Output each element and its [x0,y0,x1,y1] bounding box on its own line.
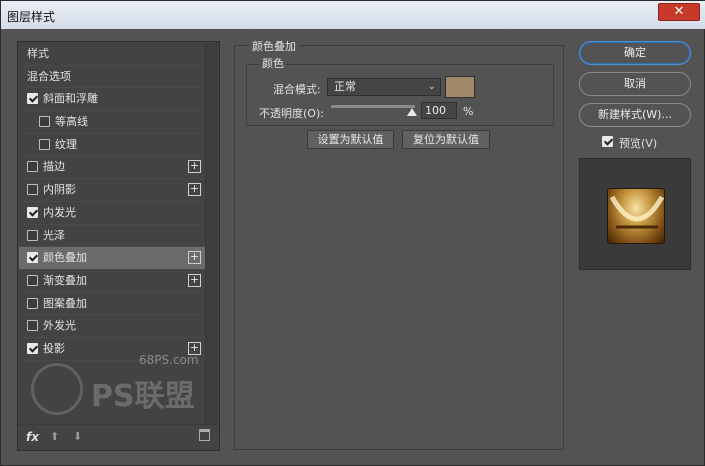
style-item[interactable]: 图案叠加 [19,293,205,316]
watermark-brand: PS联盟 [91,379,195,414]
style-item[interactable]: 内发光 [19,202,205,225]
add-effect-icon[interactable]: + [188,183,201,197]
color-overlay-title: 颜色叠加 [249,38,299,54]
styles-list-scrollbar[interactable] [205,43,218,425]
style-item-label: 光泽 [43,228,65,242]
dialog-title: 图层样式 [7,10,56,24]
opacity-unit: % [463,105,474,118]
style-item[interactable]: 光泽 [19,225,205,248]
layer-style-dialog: 图层样式 ✕ 样式 混合选项 斜面和浮雕 等高线 纹理 描边 + 内阴影 + 内发光 光泽 颜色叠加 +… [0,0,705,466]
watermark-site: 68PS.com [139,353,199,367]
style-item-label: 内阴影 [43,183,76,197]
style-item-checkbox[interactable] [39,138,50,150]
style-preview-thumbnail [607,188,665,244]
preview-graphic-icon [609,195,664,229]
opacity-input[interactable]: 100 [421,102,457,119]
overlay-color-swatch[interactable] [445,76,475,98]
style-item-label: 内发光 [43,205,76,219]
style-item-checkbox[interactable] [27,274,38,286]
style-item-label: 等高线 [55,115,88,129]
style-preview [579,158,691,270]
style-item-checkbox[interactable] [27,252,38,264]
style-item-label: 描边 [43,160,65,174]
style-item-checkbox[interactable] [39,116,50,128]
title-bar: 图层样式 ✕ [1,1,705,29]
style-item-checkbox[interactable] [27,320,38,332]
opacity-slider-thumb[interactable] [407,108,417,116]
preview-checkbox[interactable] [602,136,613,147]
style-item-label: 图案叠加 [43,296,87,310]
style-item-checkbox[interactable] [27,161,38,173]
style-item-checkbox[interactable] [27,297,38,309]
move-down-icon[interactable]: ⬇ [73,430,82,443]
style-item-label: 渐变叠加 [43,273,87,287]
style-item-label: 颜色叠加 [43,251,87,265]
style-item[interactable]: 描边 + [19,156,205,180]
opacity-slider-track[interactable] [331,105,415,108]
blend-mode-value: 正常 [334,80,356,93]
style-item[interactable]: 外发光 [19,315,205,338]
style-item-checkbox[interactable] [27,229,38,241]
style-item-label: 样式 [27,47,49,60]
add-effect-icon[interactable]: + [188,273,201,287]
trash-icon[interactable] [199,429,210,441]
move-up-icon[interactable]: ⬆ [50,430,59,443]
style-item-label: 外发光 [43,319,76,333]
set-default-button[interactable]: 设置为默认值 [307,130,394,149]
style-item-label: 投影 [43,341,65,355]
style-item[interactable]: 混合选项 [19,66,205,89]
styles-list: 样式混合选项斜面和浮雕等高线纹理描边 + 内阴影 + 内发光光泽颜色叠加 + 渐变叠加 + 图案… [19,43,205,361]
style-item-checkbox[interactable] [27,93,38,105]
opacity-label: 不透明度(O): [259,107,324,120]
style-item[interactable]: 纹理 [19,134,205,157]
style-item-checkbox[interactable] [27,206,38,218]
ok-button[interactable]: 确定 [579,41,691,65]
blend-mode-label: 混合模式: [273,83,321,96]
style-item-label: 混合选项 [27,69,71,83]
styles-list-footer: fx ⬆ ⬇ [18,424,219,450]
add-effect-icon[interactable]: + [188,160,201,174]
style-item[interactable]: 样式 [19,43,205,66]
style-item[interactable]: 等高线 [19,111,205,134]
style-item-checkbox[interactable] [27,184,38,196]
chevron-down-icon: ⌄ [427,81,436,92]
color-subsection-title: 颜色 [259,55,287,71]
preview-label: 预览(V) [619,137,658,150]
fx-icon[interactable]: fx [26,430,39,444]
reset-default-button[interactable]: 复位为默认值 [402,130,490,149]
style-item[interactable]: 颜色叠加 + [19,247,205,270]
new-style-button[interactable]: 新建样式(W)... [579,103,691,127]
cancel-button[interactable]: 取消 [579,72,691,96]
style-item[interactable]: 斜面和浮雕 [19,88,205,112]
add-effect-icon[interactable]: + [188,251,201,265]
blend-mode-select[interactable]: 正常 ⌄ [327,78,441,96]
style-item[interactable]: 内阴影 + [19,179,205,202]
close-button[interactable]: ✕ [658,3,700,21]
style-item-label: 纹理 [55,137,77,151]
watermark-logo-icon [31,363,83,415]
style-item-checkbox[interactable] [27,342,38,354]
style-item-label: 斜面和浮雕 [43,92,98,106]
style-item[interactable]: 渐变叠加 + [19,270,205,293]
